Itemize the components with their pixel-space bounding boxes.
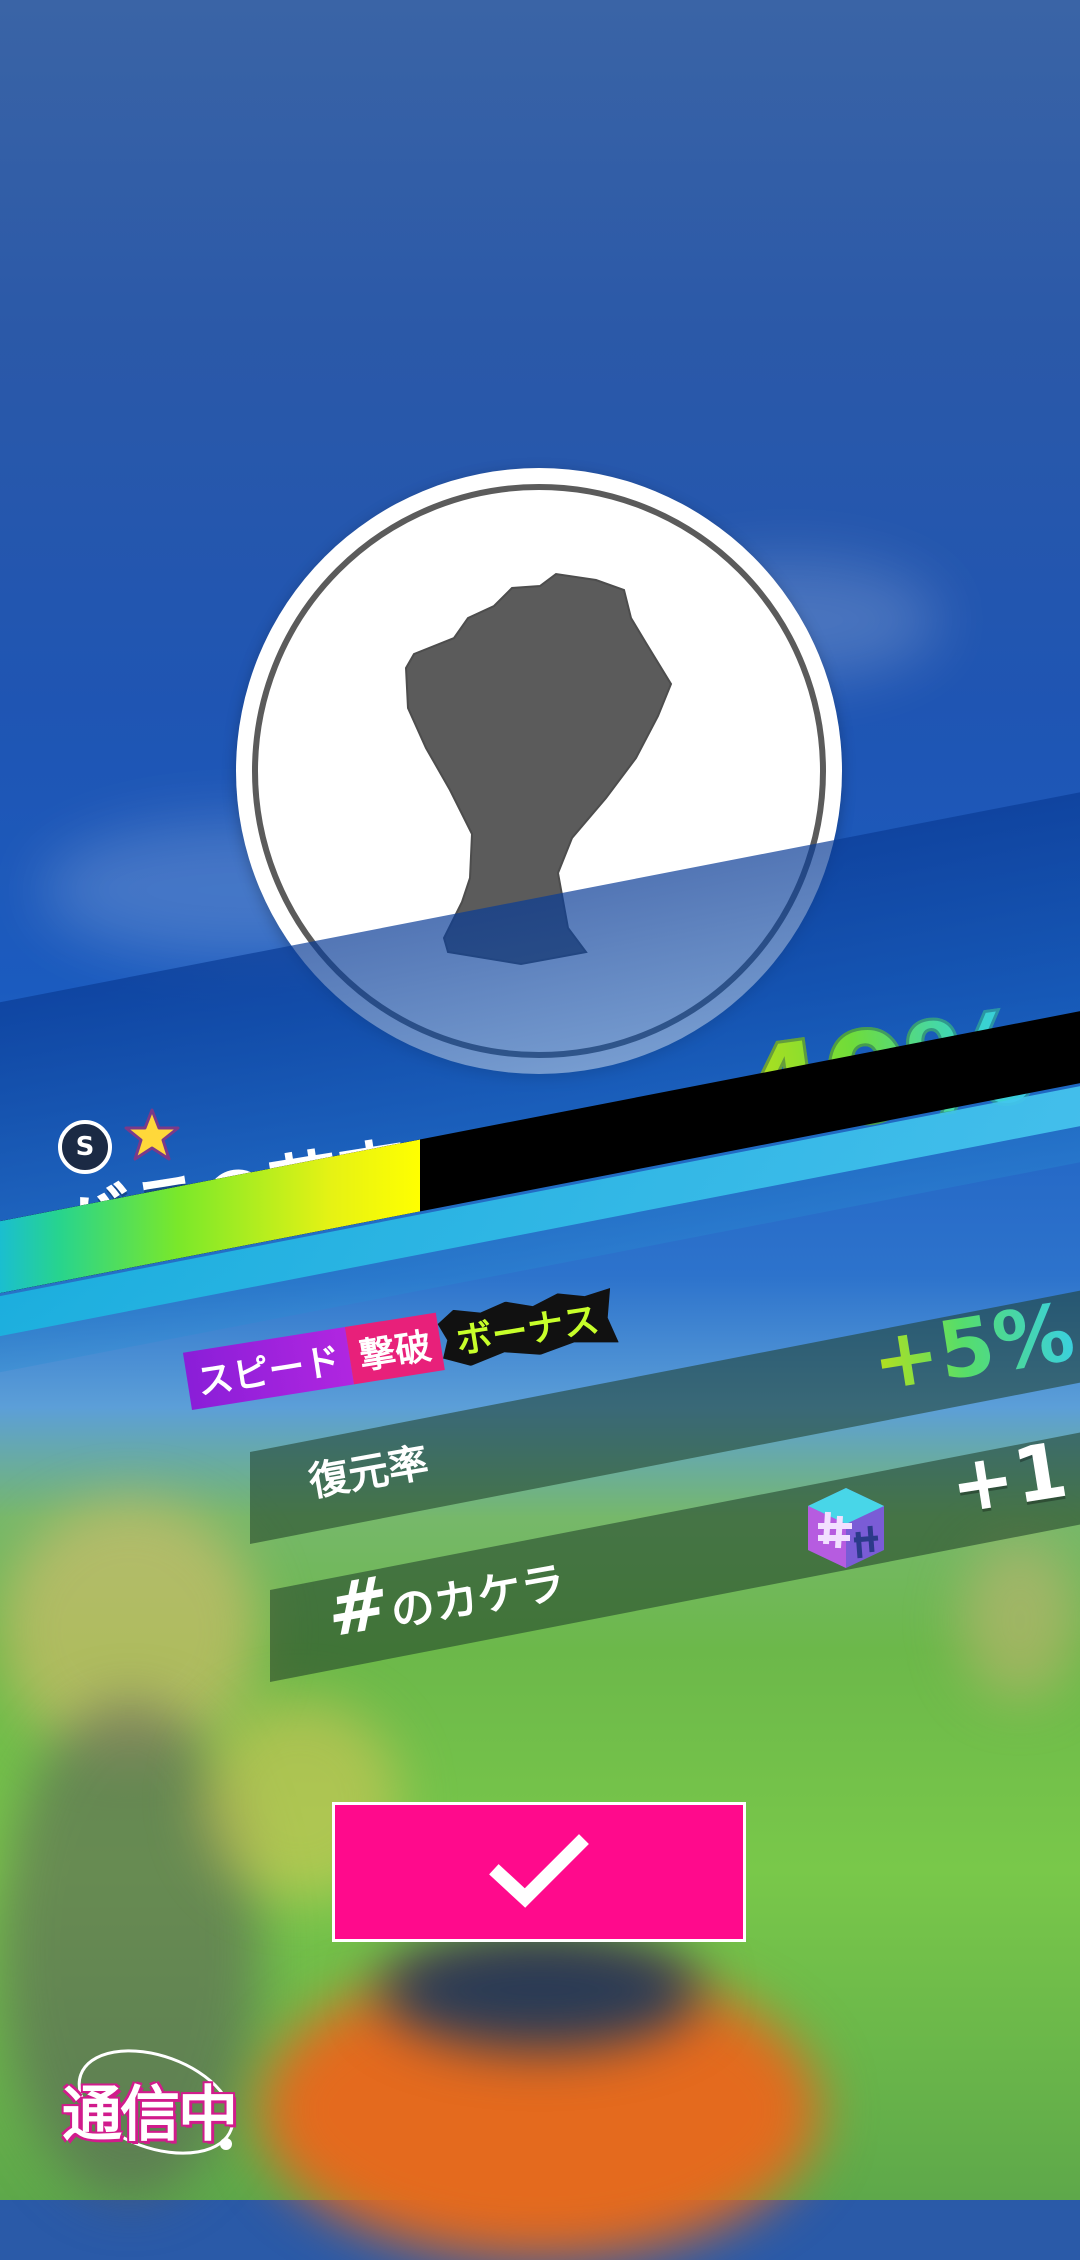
- confirm-button[interactable]: [332, 1802, 746, 1942]
- hash-icon: #: [327, 1558, 390, 1654]
- reward-value-fragment: +1: [944, 1424, 1074, 1531]
- connecting-status: 通信中: [62, 2080, 238, 2150]
- checkmark-icon: [489, 1834, 589, 1908]
- hash-fragment-cube-icon: [808, 1488, 884, 1568]
